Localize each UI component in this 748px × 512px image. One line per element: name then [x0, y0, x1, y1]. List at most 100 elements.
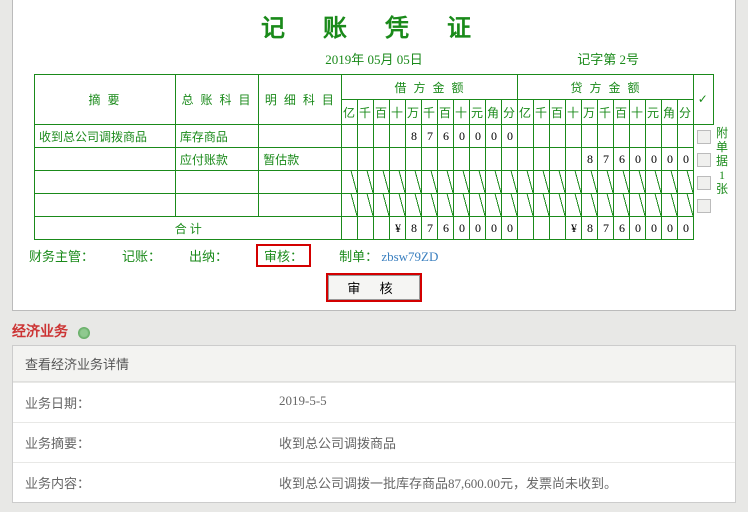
debit-digit: 0: [486, 125, 502, 148]
sign-auditor: 审核：: [256, 244, 311, 267]
refresh-icon[interactable]: [78, 327, 90, 339]
voucher-container: 记 账 凭 证 2019年 05月 05日 记字第 2号 附单据 1 张: [12, 0, 736, 311]
credit-digit: [630, 171, 646, 194]
row-checkbox[interactable]: [697, 176, 711, 190]
cell-summary: [35, 194, 176, 217]
debit-digit: [406, 171, 422, 194]
detail-value: 收到总公司调拨商品: [267, 423, 735, 462]
credit-digit: [582, 171, 598, 194]
debit-digit: 0: [502, 125, 518, 148]
debit-digit: [358, 148, 374, 171]
table-row: [35, 194, 714, 217]
cell-general: 库存商品: [175, 125, 258, 148]
voucher-date: 2019年 05月 05日: [325, 52, 423, 67]
debit-digit: [454, 171, 470, 194]
debit-digit: [390, 194, 406, 217]
cell-sub: 暂估款: [259, 148, 342, 171]
credit-digit: [678, 125, 694, 148]
audit-button[interactable]: 审 核: [328, 275, 419, 300]
debit-digit: [342, 171, 358, 194]
sign-bookkeeper: 记账：: [122, 246, 161, 265]
credit-digit: [534, 194, 550, 217]
business-section-title: 经济业务: [12, 321, 736, 341]
credit-digit: 7: [598, 148, 614, 171]
debit-digit: [486, 171, 502, 194]
credit-digit: [566, 194, 582, 217]
debit-digit: [374, 125, 390, 148]
detail-key: 业务摘要：: [13, 423, 267, 462]
credit-digit: [598, 125, 614, 148]
debit-digit: [454, 194, 470, 217]
credit-digit: [518, 125, 534, 148]
table-row: 收到总公司调拨商品库存商品8760000: [35, 125, 714, 148]
credit-digit: [550, 194, 566, 217]
credit-digit: [662, 125, 678, 148]
credit-digit: [614, 125, 630, 148]
credit-digit: [662, 194, 678, 217]
debit-digit: 0: [470, 125, 486, 148]
credit-digit: [550, 125, 566, 148]
voucher-subtitle: 2019年 05月 05日 记字第 2号: [23, 49, 725, 74]
cell-summary: [35, 171, 176, 194]
col-check: ✓: [694, 75, 714, 125]
debit-digit: [358, 171, 374, 194]
credit-digit: [518, 171, 534, 194]
credit-digit: [630, 125, 646, 148]
credit-digit: 8: [582, 148, 598, 171]
debit-digit: [438, 171, 454, 194]
detail-value: 2019-5-5: [267, 383, 735, 422]
credit-digit: [646, 194, 662, 217]
credit-digit: [534, 171, 550, 194]
detail-row: 业务内容：收到总公司调拨一批库存商品87,600.00元，发票尚未收到。: [13, 462, 735, 502]
row-checkbox[interactable]: [697, 130, 711, 144]
debit-digit: [422, 148, 438, 171]
debit-digit: [470, 171, 486, 194]
debit-digit: 0: [454, 125, 470, 148]
row-checkbox[interactable]: [697, 199, 711, 213]
debit-digit: [438, 148, 454, 171]
detail-key: 业务内容：: [13, 463, 267, 502]
debit-digit: [502, 194, 518, 217]
cell-general: [175, 194, 258, 217]
debit-digit: [374, 194, 390, 217]
col-debit: 借 方 金 额: [342, 75, 518, 100]
debit-digit: [358, 125, 374, 148]
debit-digit: [470, 194, 486, 217]
credit-digit: [566, 148, 582, 171]
credit-digit: [646, 171, 662, 194]
credit-digit: [550, 148, 566, 171]
row-checkbox[interactable]: [697, 153, 711, 167]
debit-digit: [422, 171, 438, 194]
cell-summary: [35, 148, 176, 171]
credit-digit: [630, 194, 646, 217]
cell-sub: [259, 194, 342, 217]
voucher-number: 记字第 2号: [577, 49, 639, 68]
credit-digit: [518, 194, 534, 217]
credit-digit: [662, 171, 678, 194]
detail-row: 业务日期：2019-5-5: [13, 382, 735, 422]
credit-digit: [566, 171, 582, 194]
sign-cashier: 出纳：: [189, 246, 228, 265]
cell-sub: [259, 171, 342, 194]
debit-digit: 8: [406, 125, 422, 148]
credit-digit: 0: [678, 148, 694, 171]
debit-digit: [502, 148, 518, 171]
credit-digit: [534, 125, 550, 148]
credit-digit: [646, 125, 662, 148]
credit-digit: [582, 194, 598, 217]
total-label: 合 计: [35, 217, 342, 240]
debit-digit: [358, 194, 374, 217]
credit-digit: [566, 125, 582, 148]
debit-digit: [390, 148, 406, 171]
debit-digit: 6: [438, 125, 454, 148]
sign-maker-value: zbsw79ZD: [381, 249, 438, 264]
cell-summary: 收到总公司调拨商品: [35, 125, 176, 148]
sign-finance: 财务主管：: [29, 246, 94, 265]
credit-digit: [534, 148, 550, 171]
signoff-row: 财务主管： 记账： 出纳： 审核： 制单： zbsw79ZD: [23, 240, 725, 267]
debit-digit: 7: [422, 125, 438, 148]
voucher-table: 摘 要 总 账 科 目 明 细 科 目 借 方 金 额 贷 方 金 额 ✓ 亿千…: [34, 74, 714, 240]
table-row: 应付账款暂估款8760000: [35, 148, 714, 171]
credit-digit: 0: [662, 148, 678, 171]
debit-digit: [486, 148, 502, 171]
